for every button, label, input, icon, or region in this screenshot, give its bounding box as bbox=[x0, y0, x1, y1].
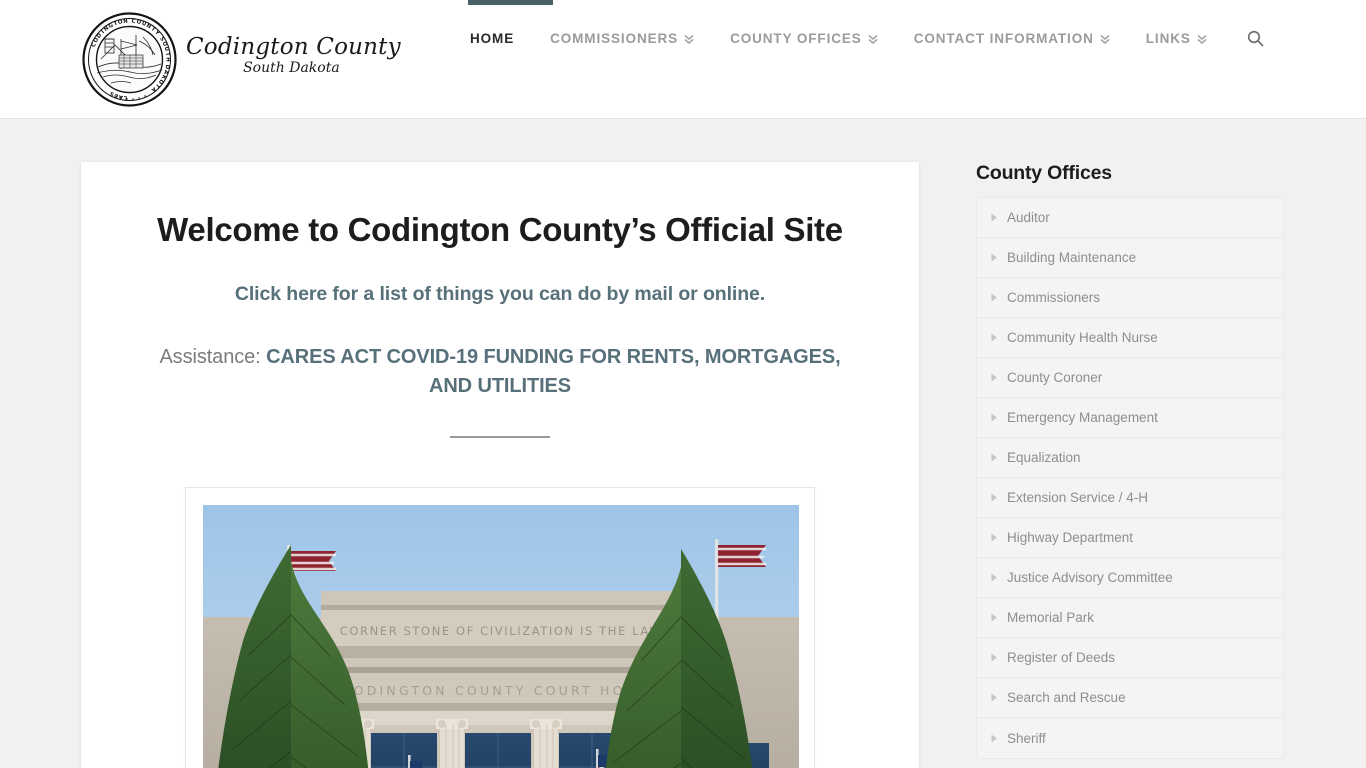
logo-subtitle: South Dakota bbox=[243, 60, 340, 77]
nav-item-county-offices[interactable]: COUNTY OFFICES bbox=[730, 31, 878, 46]
nav-item-label: LINKS bbox=[1145, 31, 1191, 46]
caret-right-icon bbox=[991, 453, 998, 462]
caret-right-icon bbox=[991, 693, 998, 702]
sidebar-item-community-health-nurse[interactable]: Community Health Nurse bbox=[977, 318, 1283, 358]
column bbox=[530, 718, 562, 768]
sidebar-item-county-coroner[interactable]: County Coroner bbox=[977, 358, 1283, 398]
nav-item-contact-information[interactable]: CONTACT INFORMATION bbox=[914, 31, 1110, 46]
sidebar-item-search-and-rescue[interactable]: Search and Rescue bbox=[977, 678, 1283, 718]
chevron-double-down-icon bbox=[1100, 33, 1110, 45]
active-nav-indicator bbox=[468, 0, 553, 5]
sidebar-item-label: County Coroner bbox=[1007, 370, 1103, 385]
sidebar-item-label: Justice Advisory Committee bbox=[1007, 570, 1173, 585]
page-body: Welcome to Codington County’s Official S… bbox=[0, 119, 1366, 768]
caret-right-icon bbox=[991, 613, 998, 622]
courthouse-photo: CORNER STONE OF CIVILIZATION IS THE LAW … bbox=[203, 504, 799, 768]
logo-text-block: Codington County South Dakota bbox=[186, 35, 401, 76]
sidebar-item-justice-advisory-committee[interactable]: Justice Advisory Committee bbox=[977, 558, 1283, 598]
logo-title: Codington County bbox=[186, 33, 401, 60]
nav-item-label: COUNTY OFFICES bbox=[730, 31, 862, 46]
caret-right-icon bbox=[991, 734, 998, 743]
caret-right-icon bbox=[991, 413, 998, 422]
caret-right-icon bbox=[991, 573, 998, 582]
nav-item-commissioners[interactable]: COMMISSIONERS bbox=[550, 31, 694, 46]
sidebar-item-label: Building Maintenance bbox=[1007, 250, 1137, 265]
caret-right-icon bbox=[991, 333, 998, 342]
chevron-double-down-icon bbox=[684, 33, 694, 45]
search-icon[interactable] bbox=[1247, 30, 1264, 47]
sidebar-item-label: Register of Deeds bbox=[1007, 650, 1116, 665]
sidebar-item-auditor[interactable]: Auditor bbox=[977, 198, 1283, 238]
sidebar-item-register-of-deeds[interactable]: Register of Deeds bbox=[977, 638, 1283, 678]
mail-or-online-link[interactable]: Click here for a list of things you can … bbox=[141, 283, 859, 306]
sidebar-item-highway-department[interactable]: Highway Department bbox=[977, 518, 1283, 558]
caret-right-icon bbox=[991, 493, 998, 502]
sidebar-item-label: Auditor bbox=[1007, 210, 1050, 225]
cares-act-link[interactable]: CARES ACT COVID-19 FUNDING FOR RENTS, MO… bbox=[266, 346, 841, 397]
sidebar-item-label: Search and Rescue bbox=[1007, 690, 1126, 705]
county-seal-icon: C O D I N G T O N C O U N T Y S O U T H … bbox=[81, 11, 178, 108]
sidebar-item-memorial-park[interactable]: Memorial Park bbox=[977, 598, 1283, 638]
courthouse-photo-frame[interactable]: CORNER STONE OF CIVILIZATION IS THE LAW … bbox=[185, 486, 815, 768]
sidebar-item-building-maintenance[interactable]: Building Maintenance bbox=[977, 238, 1283, 278]
assistance-prefix: Assistance: bbox=[159, 345, 267, 368]
sidebar-item-extension-service-4h[interactable]: Extension Service / 4-H bbox=[977, 478, 1283, 518]
caret-right-icon bbox=[991, 373, 998, 382]
sidebar-item-label: Highway Department bbox=[1007, 530, 1134, 545]
caret-right-icon bbox=[991, 293, 998, 302]
assistance-paragraph: Assistance: CARES ACT COVID-19 FUNDING F… bbox=[141, 343, 859, 401]
nav-item-label: CONTACT INFORMATION bbox=[913, 31, 1094, 46]
sidebar-item-label: Emergency Management bbox=[1007, 410, 1158, 425]
sidebar-item-label: Commissioners bbox=[1007, 290, 1101, 305]
sidebar: County Offices Auditor Building Maintena… bbox=[976, 162, 1284, 759]
section-divider bbox=[450, 435, 550, 438]
svg-text:H: H bbox=[165, 57, 171, 62]
caret-right-icon bbox=[991, 653, 998, 662]
sidebar-item-label: Memorial Park bbox=[1007, 610, 1095, 625]
sidebar-item-label: Equalization bbox=[1007, 450, 1081, 465]
site-header: C O D I N G T O N C O U N T Y S O U T H … bbox=[0, 0, 1366, 119]
nav-item-links[interactable]: LINKS bbox=[1146, 31, 1207, 46]
sidebar-item-label: Extension Service / 4-H bbox=[1007, 490, 1149, 505]
nav-item-home[interactable]: HOME bbox=[470, 31, 514, 46]
sidebar-title: County Offices bbox=[976, 162, 1112, 184]
sidebar-item-label: Community Health Nurse bbox=[1007, 330, 1158, 345]
chevron-double-down-icon bbox=[1197, 33, 1207, 45]
caret-right-icon bbox=[991, 253, 998, 262]
nav-item-label: COMMISSIONERS bbox=[550, 31, 679, 46]
nav-item-label: HOME bbox=[470, 31, 515, 46]
sidebar-item-emergency-management[interactable]: Emergency Management bbox=[977, 398, 1283, 438]
column bbox=[436, 718, 468, 768]
caret-right-icon bbox=[991, 213, 998, 222]
site-logo[interactable]: C O D I N G T O N C O U N T Y S O U T H … bbox=[81, 11, 401, 108]
caret-right-icon bbox=[991, 533, 998, 542]
sidebar-item-label: Sheriff bbox=[1007, 730, 1046, 746]
county-offices-list: Auditor Building Maintenance Commissione… bbox=[976, 197, 1284, 759]
chevron-double-down-icon bbox=[868, 33, 878, 45]
page-title: Welcome to Codington County’s Official S… bbox=[157, 211, 843, 248]
main-content-card: Welcome to Codington County’s Official S… bbox=[81, 162, 919, 768]
sidebar-item-sheriff[interactable]: Sheriff bbox=[977, 718, 1283, 758]
sidebar-item-equalization[interactable]: Equalization bbox=[977, 438, 1283, 478]
photo-inscription-text: CORNER STONE OF CIVILIZATION IS THE LAW bbox=[340, 624, 663, 638]
sidebar-item-commissioners[interactable]: Commissioners bbox=[977, 278, 1283, 318]
main-navigation: HOME COMMISSIONERS COUNTY OFFICES CONTAC… bbox=[470, 30, 1264, 47]
photo-building-label: CODINGTON COUNTY COURT HOUSE bbox=[342, 683, 661, 698]
